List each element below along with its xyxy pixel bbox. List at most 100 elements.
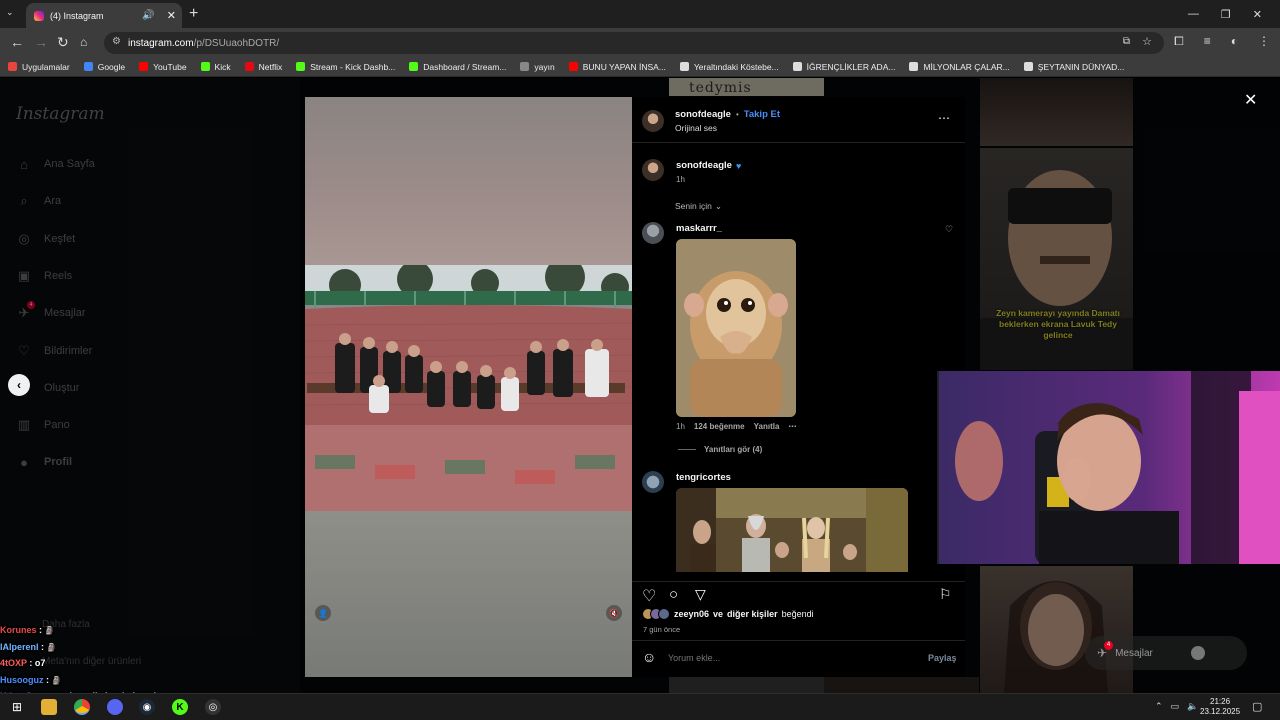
windows-start-icon[interactable]: ⊞ [9, 699, 25, 715]
bookmark-item[interactable]: Netflix [244, 62, 282, 72]
author-avatar[interactable] [642, 110, 664, 132]
bookmark-favicon-icon [409, 62, 419, 71]
caption-avatar[interactable] [642, 159, 664, 181]
messages-icon: ✈ 4 [1097, 641, 1113, 660]
comment-sort-dropdown[interactable]: Senin için ⌄ [675, 201, 722, 212]
bookmark-item[interactable]: ŞEYTANIN DÜNYAD... [1023, 62, 1124, 72]
bookmark-item[interactable]: BUNU YAPAN İNSA... [568, 61, 666, 72]
profile-avatar-icon[interactable]: ◐ [1231, 34, 1238, 49]
like-comment-icon[interactable]: ♡ [945, 224, 953, 235]
follow-button[interactable]: Takip Et [744, 109, 780, 120]
comment-gif[interactable] [676, 239, 796, 417]
chat-separator: : [43, 674, 52, 685]
previous-post-button[interactable]: ‹ [8, 374, 30, 396]
contact-avatar [1190, 646, 1205, 660]
commenter-avatar[interactable] [642, 471, 664, 493]
bookmark-item[interactable]: Kick [200, 62, 231, 72]
bookmark-star-icon[interactable]: ☆ [1142, 35, 1152, 48]
stream-chat: Korunes : 🗿 lAlperenl : 🗿 4tOXP : o7 Husoog… [0, 625, 300, 693]
author-username[interactable]: sonofdeagle [675, 109, 731, 120]
bookmark-item[interactable]: Google [83, 61, 126, 72]
new-tab-button[interactable]: + [189, 5, 198, 23]
chat-separator: : [38, 641, 47, 652]
bookmark-item[interactable]: Dashboard / Stream... [409, 62, 506, 72]
liked-by-user[interactable]: zeeyn06 [674, 609, 709, 619]
like-icon[interactable]: ♡ [642, 586, 656, 606]
browser-tab[interactable]: (4) Instagram 🔊 ✕ [26, 3, 182, 28]
steam-icon[interactable]: ◉ [139, 699, 155, 715]
view-replies-button[interactable]: Yanıtları gör (4) [678, 445, 762, 454]
chat-username[interactable]: Korunes [0, 625, 37, 635]
mute-icon[interactable]: 🔇 [606, 605, 622, 621]
notifications-icon[interactable]: ▢ [1252, 700, 1262, 713]
network-icon[interactable]: ▭ [1171, 701, 1180, 712]
more-options-icon[interactable]: ⋯ [938, 111, 951, 125]
chat-username[interactable]: 4tOXP [0, 658, 27, 668]
kick-icon[interactable]: K [172, 699, 188, 715]
separator-dot: • [735, 110, 739, 119]
reply-button[interactable]: Yanıtla [754, 422, 780, 431]
bookmark-item[interactable]: MİLYONLAR ÇALAR... [909, 62, 1010, 72]
comment-likes[interactable]: 124 beğenme [694, 422, 745, 431]
share-icon[interactable]: ▽ [695, 586, 706, 603]
chat-message: lAlperenl : 🗿 [0, 639, 300, 656]
comment-input[interactable] [668, 650, 908, 666]
tab-search-icon[interactable]: ⌄ [6, 7, 22, 21]
post-comment-button[interactable]: Paylaş [928, 653, 957, 663]
bookmark-favicon-icon [200, 62, 210, 71]
liked-by-others[interactable]: diğer kişiler [727, 609, 778, 619]
site-info-icon[interactable]: ⚙ [112, 36, 121, 47]
minimize-icon[interactable]: — [1188, 8, 1199, 20]
comment-icon[interactable]: ○ [669, 586, 678, 603]
install-app-icon[interactable]: ⧉ [1123, 36, 1130, 47]
chat-username[interactable]: Husooguz [0, 675, 44, 685]
taskbar-clock[interactable]: 21:26 23.12.2025 [1200, 697, 1240, 717]
save-icon[interactable]: ⚐ [939, 586, 952, 603]
bookmark-label: Google [97, 61, 126, 72]
caption-username[interactable]: sonofdeagle [676, 160, 732, 171]
close-window-icon[interactable]: ✕ [1253, 8, 1262, 21]
media-control-icon[interactable]: ≡ [1204, 34, 1211, 49]
close-tab-icon[interactable]: ✕ [167, 9, 176, 22]
restore-icon[interactable]: ❐ [1221, 8, 1231, 21]
bookmark-label: YouTube [153, 61, 187, 72]
tagged-users-icon[interactable]: 👤 [315, 605, 331, 621]
bookmark-item[interactable]: Stream - Kick Dashb... [296, 62, 395, 72]
post-media[interactable]: 👤 🔇 [305, 97, 632, 677]
volume-icon[interactable]: 🔈 [1187, 701, 1198, 712]
address-bar[interactable]: ⚙ instagram.com/p/DSUuaohDOTR/ ⧉ ☆ [104, 32, 1164, 54]
comment-username[interactable]: maskarrr_ [676, 223, 722, 234]
home-icon[interactable]: ⌂ [80, 35, 87, 49]
post-age[interactable]: 7 gün önce [643, 625, 680, 634]
bookmark-item[interactable]: İĞRENÇLİKLER ADA... [792, 62, 895, 72]
comment-gif[interactable] [676, 488, 908, 572]
commenter-avatar[interactable] [642, 222, 664, 244]
obs-icon[interactable]: ◎ [205, 699, 221, 715]
speaker-icon[interactable]: 🔊 [142, 10, 154, 21]
bookmark-item[interactable]: Uygulamalar [8, 62, 70, 72]
comment-username[interactable]: tengricortes [676, 472, 731, 483]
file-explorer-icon[interactable] [41, 699, 57, 715]
back-icon[interactable]: ← [10, 34, 24, 50]
reload-icon[interactable]: ↻ [57, 34, 69, 51]
audio-label[interactable]: Orijinal ses [675, 123, 717, 133]
divider [632, 640, 965, 641]
extensions-icon[interactable]: ⧠ [1174, 34, 1184, 49]
bookmark-item[interactable]: yayın [520, 62, 555, 72]
bookmark-item[interactable]: Yeraltındaki Köstebe... [679, 62, 779, 72]
emoji-icon[interactable]: ☺ [642, 649, 656, 665]
liked-by-mid: ve [713, 609, 724, 619]
forward-icon[interactable]: → [34, 34, 48, 50]
liked-by-suffix: beğendi [781, 609, 814, 619]
bookmark-item[interactable]: YouTube [139, 61, 187, 72]
close-modal-icon[interactable]: ✕ [1244, 90, 1257, 110]
chrome-icon[interactable] [74, 699, 90, 715]
bookmark-label: BUNU YAPAN İNSA... [582, 61, 666, 72]
webcam-overlay [937, 371, 1280, 564]
floating-messages-button[interactable]: ✈ 4 Mesajlar [1085, 636, 1247, 670]
browser-menu-icon[interactable]: ⋮ [1258, 34, 1270, 49]
comment-options-icon[interactable]: ⋯ [788, 422, 797, 431]
chat-username[interactable]: lAlperenl [0, 642, 39, 652]
discord-icon[interactable] [107, 699, 123, 715]
tray-chevron-icon[interactable]: ⌃ [1155, 701, 1163, 712]
